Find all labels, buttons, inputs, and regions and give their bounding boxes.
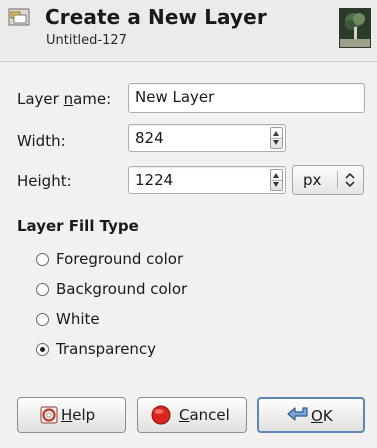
chevron-down-icon xyxy=(273,182,279,187)
help-button[interactable]: Help xyxy=(17,397,126,433)
layer-icon xyxy=(8,8,30,26)
fill-type-heading: Layer Fill Type xyxy=(17,217,139,235)
create-layer-dialog: Create a New Layer Untitled-127 Layer na… xyxy=(0,0,377,448)
height-spinbutton[interactable]: 1224 xyxy=(128,166,286,194)
chevron-down-icon xyxy=(273,140,279,145)
dialog-header: Create a New Layer Untitled-127 xyxy=(0,0,377,60)
layer-name-input[interactable]: New Layer xyxy=(128,83,365,113)
width-label: Width: xyxy=(17,132,66,150)
spin-divider xyxy=(271,180,282,181)
chevron-up-icon xyxy=(273,131,279,136)
radio-button[interactable] xyxy=(36,283,49,296)
radio-label: Background color xyxy=(56,280,188,298)
width-value: 824 xyxy=(135,129,164,147)
updown-arrows-icon xyxy=(345,172,355,188)
radio-label: White xyxy=(56,310,100,328)
header-separator xyxy=(0,61,377,62)
height-spin-arrows[interactable] xyxy=(270,169,283,191)
cancel-button[interactable]: Cancel xyxy=(137,397,247,433)
unit-value: px xyxy=(303,171,322,189)
spin-divider xyxy=(271,138,282,139)
combo-divider xyxy=(337,171,338,189)
image-name: Untitled-127 xyxy=(46,33,127,48)
layer-name-value: New Layer xyxy=(135,88,215,106)
ok-icon xyxy=(287,407,308,421)
height-label: Height: xyxy=(17,172,72,190)
width-spin-arrows[interactable] xyxy=(270,127,283,149)
help-label: Help xyxy=(61,406,96,424)
radio-button[interactable] xyxy=(36,313,49,326)
radio-label: Foreground color xyxy=(56,250,184,268)
unit-combobox[interactable]: px xyxy=(292,165,364,195)
radio-button[interactable] xyxy=(36,253,49,266)
width-spinbutton[interactable]: 824 xyxy=(128,124,286,152)
ok-label: OK xyxy=(311,407,333,425)
layer-name-label: Layer name: xyxy=(17,90,112,108)
cancel-label: Cancel xyxy=(179,406,230,424)
radio-button-selected[interactable] xyxy=(36,343,49,356)
help-icon xyxy=(40,406,58,424)
cancel-icon xyxy=(151,405,171,425)
radio-label: Transparency xyxy=(56,340,157,358)
image-thumbnail xyxy=(339,8,371,48)
ok-button[interactable]: OK xyxy=(257,397,365,433)
chevron-up-icon xyxy=(273,173,279,178)
dialog-title: Create a New Layer xyxy=(45,5,267,29)
height-value: 1224 xyxy=(135,171,174,189)
